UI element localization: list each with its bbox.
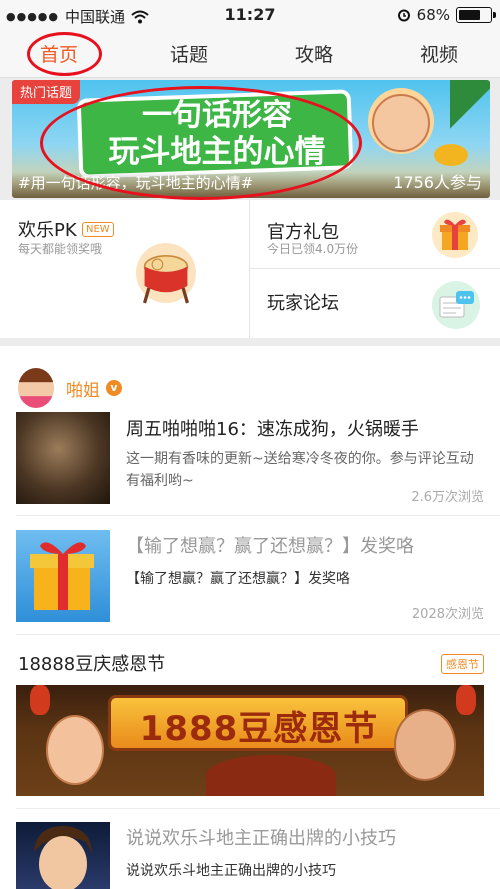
divider — [250, 268, 500, 269]
chef-character-image — [394, 709, 456, 781]
lantern-decoration — [456, 685, 476, 715]
gift-box-image — [30, 542, 94, 610]
alarm-icon — [397, 9, 410, 22]
tab-guides[interactable]: 攻略 — [295, 40, 333, 67]
top-tab-bar: 首页 话题 攻略 视频 — [0, 30, 500, 78]
gift-subtitle: 今日已领4.0万份 — [267, 242, 359, 256]
event-banner-text: 1888豆感恩节 — [139, 709, 379, 749]
pk-title: 欢乐PK — [18, 220, 77, 241]
view-count: 2028次浏览 — [411, 607, 484, 622]
view-count: 2.6万次浏览 — [411, 490, 484, 505]
section-title[interactable]: 18888豆庆感恩节 — [18, 650, 165, 676]
forum-title: 玩家论坛 — [267, 293, 339, 314]
mascot-character-image — [46, 715, 104, 785]
divider — [16, 808, 500, 809]
section-tag: 感恩节 — [441, 654, 484, 674]
divider — [249, 200, 250, 338]
battery-icon — [456, 7, 496, 23]
participant-count: 1756人参与 — [393, 173, 482, 192]
annotation-circle-banner — [40, 86, 362, 200]
annotation-circle-home-tab — [27, 32, 102, 76]
avatar — [18, 368, 54, 408]
author-header[interactable]: 啪姐 v — [18, 368, 122, 408]
divider — [16, 515, 500, 516]
chat-bubble-icon — [432, 281, 480, 329]
article-title: 【输了想赢？赢了还想赢？】发奖咯 — [126, 536, 414, 557]
author-name: 啪姐 — [66, 380, 100, 401]
article-description: 说说欢乐斗地主正确出牌的小技巧 — [126, 863, 336, 879]
gold-ingot-image — [434, 144, 468, 166]
tab-topics[interactable]: 话题 — [170, 40, 208, 67]
character-portrait-image — [34, 826, 92, 889]
mascot-character-image — [372, 94, 430, 152]
gift-box-icon — [432, 212, 478, 258]
article-thumbnail — [16, 530, 110, 622]
battery-fill — [459, 10, 480, 20]
pot-decoration — [206, 755, 336, 796]
article-thumbnail — [16, 822, 110, 889]
pk-subtitle: 每天都能领奖哦 — [18, 242, 103, 256]
divider — [16, 634, 500, 635]
status-bar: ●●●●● 中国联通 11:27 68% — [0, 0, 500, 30]
drum-icon — [136, 243, 196, 304]
hot-topic-tag: 热门话题 — [12, 80, 81, 104]
event-banner[interactable]: 1888豆感恩节 — [16, 685, 484, 796]
tab-videos[interactable]: 视频 — [420, 40, 458, 67]
article-title: 说说欢乐斗地主正确出牌的小技巧 — [126, 828, 396, 849]
new-badge: NEW — [82, 222, 114, 237]
lantern-decoration — [30, 685, 50, 715]
article-title: 周五啪啪啪16：速冻成狗，火锅暖手 — [126, 419, 419, 440]
article-description: 【输了想赢？赢了还想赢？】发奖咯 — [126, 571, 350, 587]
battery-percent: 68% — [416, 6, 450, 24]
article-thumbnail — [16, 412, 110, 504]
verified-badge-icon: v — [106, 380, 122, 396]
